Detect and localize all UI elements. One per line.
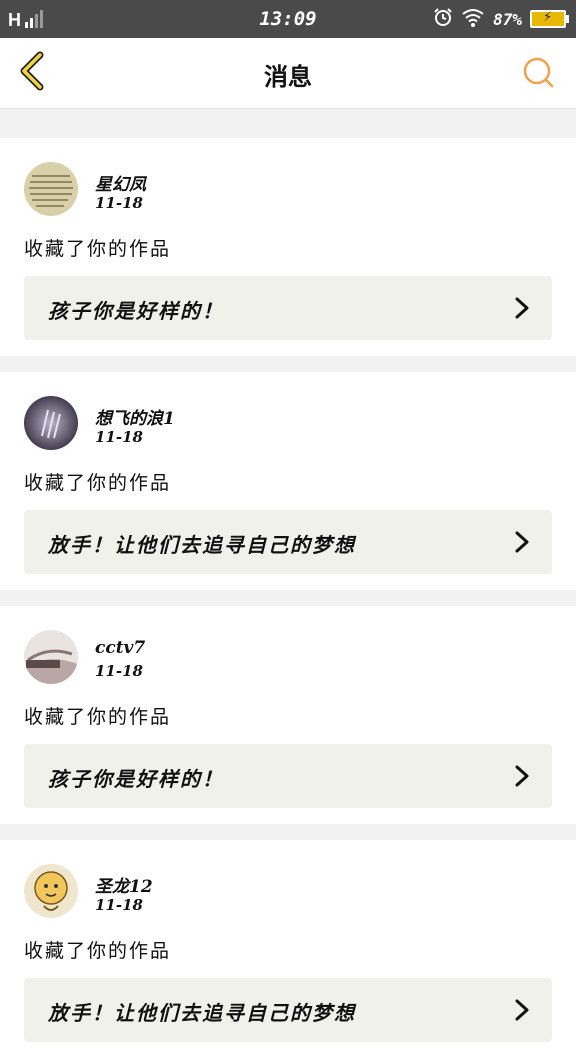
chevron-left-icon [18,51,46,95]
avatar[interactable] [24,864,78,918]
search-icon [521,55,555,93]
work-link[interactable]: 放手！让他们去追寻自己的梦想 [24,978,552,1042]
work-link[interactable]: 放手！让他们去追寻自己的梦想 [24,510,552,574]
action-text: 收藏了你的作品 [24,706,172,728]
username[interactable]: cctv7 [95,638,145,658]
action-text: 收藏了你的作品 [24,940,172,962]
message-list: 星幻凤 11-18 收藏了你的作品 孩子你是好样的！ 想飞的浪1 11-18 收… [0,122,576,1058]
work-title: 孩子你是好样的！ [48,767,224,791]
action-text: 收藏了你的作品 [24,472,172,494]
username[interactable]: 想飞的浪1 [95,404,175,429]
header: 消息 [0,38,576,109]
chevron-right-icon [512,764,532,788]
work-link[interactable]: 孩子你是好样的！ [24,744,552,808]
battery-icon: ⚡ [530,10,569,28]
back-button[interactable] [12,50,52,96]
avatar[interactable] [24,630,78,684]
alarm-icon [433,7,453,31]
message-card: 圣龙12 11-18 收藏了你的作品 放手！让他们去追寻自己的梦想 [0,840,576,1058]
message-date: 11-18 [95,428,143,446]
action-text: 收藏了你的作品 [24,238,172,260]
status-right: 87% ⚡ [433,7,569,31]
message-date: 11-18 [95,662,143,680]
username[interactable]: 星幻凤 [95,170,146,195]
username[interactable]: 圣龙12 [95,872,153,897]
chevron-right-icon [512,296,532,320]
work-title: 孩子你是好样的！ [48,299,224,323]
message-date: 11-18 [95,194,143,212]
page-title: 消息 [264,62,312,91]
chevron-right-icon [512,998,532,1022]
chevron-right-icon [512,530,532,554]
wifi-icon [461,7,485,31]
message-date: 11-18 [95,896,143,914]
search-button[interactable] [518,54,558,94]
avatar[interactable] [24,162,78,216]
work-link[interactable]: 孩子你是好样的！ [24,276,552,340]
message-card: 想飞的浪1 11-18 收藏了你的作品 放手！让他们去追寻自己的梦想 [0,372,576,590]
message-card: cctv7 11-18 收藏了你的作品 孩子你是好样的！ [0,606,576,824]
battery-percent: 87% [493,9,522,29]
work-title: 放手！让他们去追寻自己的梦想 [48,1001,356,1025]
message-card: 星幻凤 11-18 收藏了你的作品 孩子你是好样的！ [0,138,576,356]
avatar[interactable] [24,396,78,450]
work-title: 放手！让他们去追寻自己的梦想 [48,533,356,557]
status-bar: H 13:09 87% ⚡ [0,0,576,38]
